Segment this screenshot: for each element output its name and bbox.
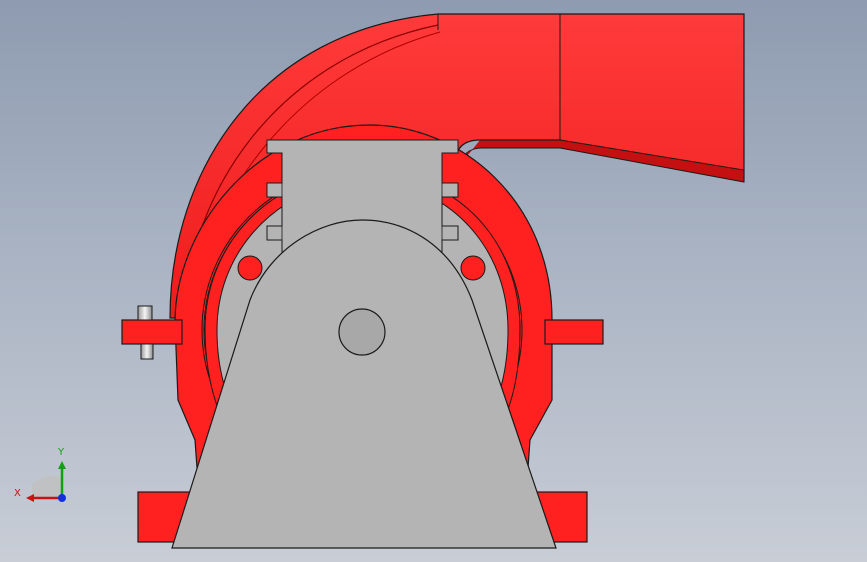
right-flange bbox=[544, 319, 604, 345]
x-axis-arrow-icon bbox=[26, 494, 34, 502]
left-mount-hole bbox=[237, 255, 263, 281]
right-mount-hole bbox=[460, 255, 486, 281]
center-shaft bbox=[338, 308, 386, 356]
y-axis-arrow-icon bbox=[58, 461, 66, 469]
z-axis-dot-icon bbox=[58, 494, 66, 502]
left-flange bbox=[121, 319, 183, 345]
graphics-viewport[interactable]: X Y bbox=[0, 0, 867, 562]
y-axis-label: Y bbox=[57, 447, 65, 458]
pin-lower bbox=[140, 343, 154, 360]
triad-plane-icon bbox=[32, 476, 62, 498]
pin-upper bbox=[137, 305, 153, 321]
coordinate-triad: X Y bbox=[14, 447, 66, 502]
model-view[interactable] bbox=[0, 0, 867, 562]
x-axis-label: X bbox=[14, 488, 21, 499]
